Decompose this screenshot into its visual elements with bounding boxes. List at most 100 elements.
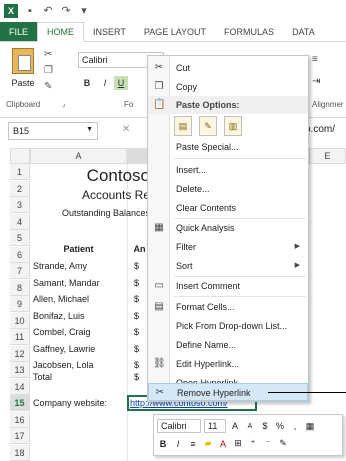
indent-icon[interactable]: ⇥ — [312, 76, 320, 87]
patient-name-cell[interactable]: Bonifaz, Luis — [33, 311, 85, 321]
patient-name-cell[interactable]: Allen, Michael — [33, 294, 89, 304]
row-header-2[interactable]: 2 — [10, 180, 30, 197]
bold-button[interactable]: B — [80, 76, 94, 90]
menu-item-format-cells[interactable]: ▤ Format Cells... — [148, 298, 308, 316]
mini-align-button[interactable]: ≡ — [187, 439, 199, 449]
mini-bold-button[interactable]: B — [157, 439, 169, 449]
format-painter-icon[interactable]: ✎ — [44, 82, 56, 92]
mini-italic-button[interactable]: I — [172, 439, 184, 449]
menu-item-copy[interactable]: ❐ Copy — [148, 78, 308, 96]
increase-decimal-icon[interactable]: ⁺ — [247, 438, 259, 449]
menu-item-pick-dropdown[interactable]: Pick From Drop-down List... — [148, 317, 308, 335]
paste-link-icon[interactable]: ▥ — [224, 116, 242, 136]
amount-currency-cell[interactable]: $ — [134, 278, 139, 288]
tab-data[interactable]: DATA — [283, 22, 324, 41]
chevron-down-icon[interactable]: ▼ — [86, 126, 93, 133]
row-header-9[interactable]: 9 — [10, 296, 30, 312]
website-label[interactable]: Company website: — [33, 398, 107, 408]
format-painter-brush-icon[interactable]: ✎ — [277, 438, 289, 449]
row-header-13[interactable]: 13 — [10, 362, 30, 378]
paste-formatting-icon[interactable]: ✎ — [199, 116, 217, 136]
paste-icon[interactable]: ▤ — [174, 116, 192, 136]
italic-button[interactable]: I — [98, 76, 112, 90]
row-header-4[interactable]: 4 — [10, 213, 30, 230]
copy-icon[interactable]: ❐ — [44, 66, 56, 76]
balances-heading[interactable]: Outstanding Balances — [30, 208, 150, 218]
mini-size-box[interactable]: 11 — [204, 419, 226, 433]
cut-icon[interactable]: ✂ — [44, 50, 56, 60]
menu-item-edit-hyperlink[interactable]: ⛓ Edit Hyperlink... — [148, 355, 308, 373]
menu-item-sort[interactable]: Sort ▶ — [148, 257, 308, 275]
paste-button[interactable]: Paste — [8, 48, 38, 96]
save-icon[interactable]: ▪ — [24, 5, 36, 17]
column-header-a[interactable]: A — [30, 148, 127, 164]
sheet-subtitle[interactable]: Accounts Re — [30, 188, 150, 202]
row-header-6[interactable]: 6 — [10, 246, 30, 263]
row-header-3[interactable]: 3 — [10, 197, 30, 213]
decrease-decimal-icon[interactable]: ⁻ — [262, 438, 274, 449]
amount-currency-cell[interactable]: $ — [134, 344, 139, 354]
menu-item-delete[interactable]: Delete... — [148, 180, 308, 198]
tab-file[interactable]: FILE — [0, 22, 38, 41]
total-currency[interactable]: $ — [134, 372, 139, 382]
dialog-launcher-icon[interactable]: ⌟ — [62, 100, 74, 110]
menu-item-define-name[interactable]: Define Name... — [148, 336, 308, 354]
amount-currency-cell[interactable]: $ — [134, 327, 139, 337]
total-label[interactable]: Total — [33, 372, 52, 382]
patient-name-cell[interactable]: Gaffney, Lawrie — [33, 344, 95, 354]
comma-button[interactable]: , — [289, 421, 301, 431]
redo-icon[interactable]: ↷ — [60, 5, 72, 17]
amount-currency-cell[interactable]: $ — [134, 360, 139, 370]
tab-page-layout[interactable]: PAGE LAYOUT — [135, 22, 215, 41]
menu-item-clear-contents[interactable]: Clear Contents — [148, 199, 308, 217]
currency-button[interactable]: $ — [259, 421, 271, 431]
row-header-17[interactable]: 17 — [10, 428, 30, 444]
underline-button[interactable]: U — [114, 76, 128, 90]
patient-name-cell[interactable]: Jacobsen, Lola — [33, 360, 94, 370]
menu-item-filter[interactable]: Filter ▶ — [148, 238, 308, 256]
formula-content[interactable]: o.com/ — [305, 124, 335, 135]
sheet-title[interactable]: Contoso — [30, 166, 150, 186]
fill-color-icon[interactable]: ▰ — [202, 438, 214, 449]
amount-currency-cell[interactable]: $ — [134, 261, 139, 271]
select-all-corner[interactable] — [10, 148, 30, 164]
row-header-8[interactable]: 8 — [10, 279, 30, 296]
row-header-15[interactable]: 15 — [10, 395, 30, 411]
font-color-icon[interactable]: A — [217, 439, 229, 449]
mini-font-box[interactable]: Calibri — [157, 419, 201, 433]
borders-icon[interactable]: ⊞ — [232, 438, 244, 449]
amount-currency-cell[interactable]: $ — [134, 294, 139, 304]
menu-item-quick-analysis[interactable]: ▦ Quick Analysis — [148, 219, 308, 237]
column-header-b[interactable] — [127, 148, 147, 164]
tab-insert[interactable]: INSERT — [84, 22, 135, 41]
percent-button[interactable]: % — [274, 421, 286, 431]
name-box[interactable]: B15 ▼ — [8, 122, 98, 140]
patient-name-cell[interactable]: Samant, Mandar — [33, 278, 100, 288]
amount-currency-cell[interactable]: $ — [134, 311, 139, 321]
amount-header[interactable]: An — [132, 244, 147, 254]
shrink-font-button[interactable]: A — [244, 423, 256, 430]
column-header-e[interactable]: E — [309, 148, 346, 164]
grow-font-button[interactable]: A — [229, 421, 241, 431]
tab-home[interactable]: HOME — [37, 22, 85, 42]
row-header-1[interactable]: 1 — [10, 164, 30, 180]
patient-name-cell[interactable]: Strande, Amy — [33, 261, 87, 271]
cancel-icon[interactable]: ✕ — [122, 124, 130, 135]
patient-header[interactable]: Patient — [30, 244, 127, 254]
tab-formulas[interactable]: FORMULAS — [215, 22, 283, 41]
row-header-11[interactable]: 11 — [10, 329, 30, 345]
align-center-icon[interactable]: ≡ — [312, 54, 318, 65]
menu-item-insert[interactable]: Insert... — [148, 161, 308, 179]
row-header-16[interactable]: 16 — [10, 411, 30, 428]
menu-item-insert-comment[interactable]: ▭ Insert Comment — [148, 277, 308, 295]
format-painter-icon[interactable]: ▦ — [304, 421, 316, 432]
row-header-5[interactable]: 5 — [10, 230, 30, 246]
patient-name-cell[interactable]: Combel, Craig — [33, 327, 91, 337]
row-header-7[interactable]: 7 — [10, 263, 30, 279]
row-header-18[interactable]: 18 — [10, 444, 30, 461]
customize-toolbar-icon[interactable]: ▾ — [78, 5, 90, 17]
menu-item-cut[interactable]: ✂ Cut — [148, 59, 308, 77]
menu-item-paste-special[interactable]: Paste Special... — [148, 138, 308, 156]
undo-icon[interactable]: ↶ — [42, 5, 54, 17]
row-header-14[interactable]: 14 — [10, 378, 30, 395]
